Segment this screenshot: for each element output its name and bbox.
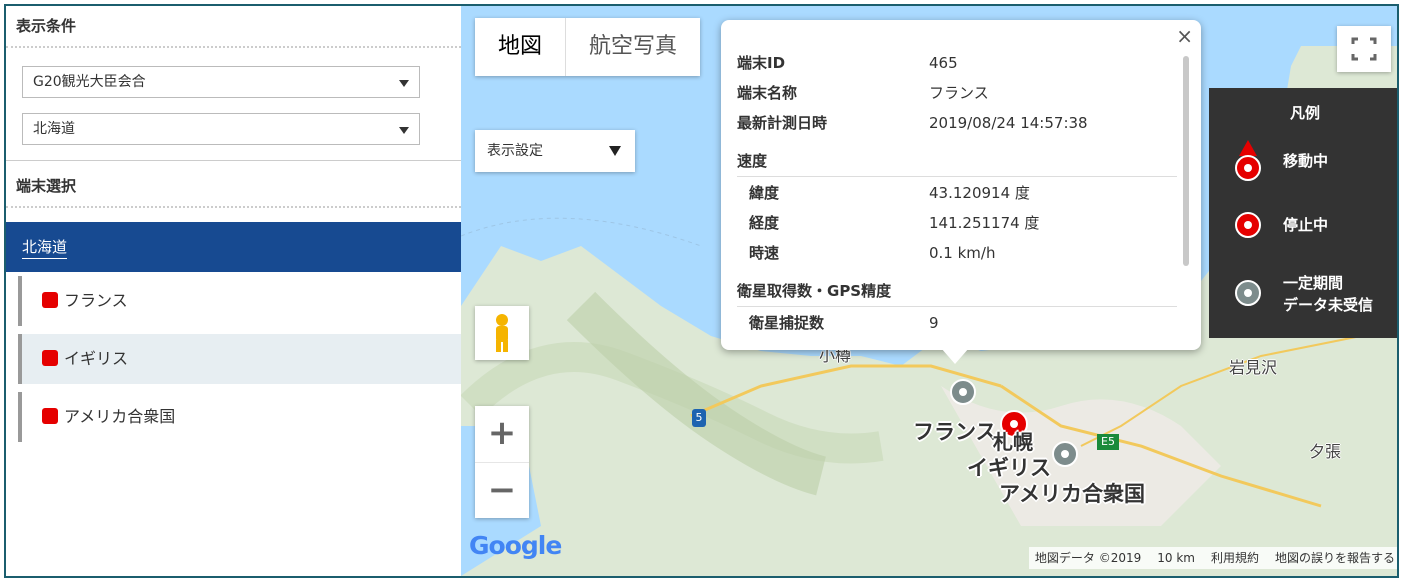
field-value: 43.120914 度	[929, 184, 1030, 202]
marker-label-usa: アメリカ合衆国	[999, 482, 1145, 506]
map-type-control: 地図 航空写真	[475, 18, 701, 76]
triangle-down-icon	[609, 146, 621, 156]
legend-item-no-data: 一定期間 データ未受信	[1233, 274, 1373, 314]
region-select[interactable]: 北海道	[22, 113, 420, 145]
device-select-title: 端末選択	[6, 166, 461, 208]
field-label: 緯度	[749, 184, 780, 202]
device-label: イギリス	[64, 349, 129, 368]
scrollbar[interactable]	[1183, 56, 1189, 266]
device-label: フランス	[64, 291, 128, 310]
place-yubari: 夕張	[1309, 442, 1342, 461]
map-data-credit: 地図データ ©2019	[1034, 551, 1142, 565]
legend-label: 移動中	[1283, 152, 1329, 170]
moving-marker-icon	[1235, 140, 1261, 181]
row-terminal-name: 端末名称 フランス	[737, 78, 1177, 108]
app-frame: 表示条件 G20観光大臣会合 北海道 端末選択 北海道 フランス イギリス アメ…	[4, 4, 1399, 578]
info-window-pointer	[941, 348, 969, 364]
legend-item-stopped: 停止中	[1233, 210, 1328, 244]
map-area[interactable]: 地図 航空写真 表示設定 + − 小樽 岩見沢 夕張 5 E5 フランス 札幌 …	[461, 6, 1397, 576]
google-logo: Google	[469, 531, 562, 560]
field-label: 時速	[749, 244, 780, 262]
region-select-value: 北海道	[33, 121, 75, 137]
street-view-pegman[interactable]	[475, 306, 529, 360]
field-value: 2019/08/24 14:57:38	[929, 114, 1088, 132]
field-value: フランス	[929, 84, 989, 102]
row-longitude: 経度 141.251174 度	[737, 208, 1177, 238]
place-sapporo: 札幌	[993, 430, 1033, 454]
left-panel: 表示条件 G20観光大臣会合 北海道 端末選択 北海道 フランス イギリス アメ…	[6, 6, 461, 576]
field-label: 経度	[749, 214, 780, 232]
tab-satellite[interactable]: 航空写真	[565, 18, 700, 76]
divider	[6, 160, 461, 161]
no-data-marker-icon	[1235, 280, 1261, 306]
place-iwamizawa: 岩見沢	[1229, 358, 1278, 377]
row-terminal-id: 端末ID 465	[737, 48, 1177, 78]
event-select[interactable]: G20観光大臣会合	[22, 66, 420, 98]
field-value: 0.1 km/h	[929, 244, 996, 262]
row-speed: 時速 0.1 km/h	[737, 238, 1177, 268]
info-window: × 端末ID 465 端末名称 フランス 最新計測日時 2019/08/24 1…	[721, 20, 1201, 364]
zoom-in-button[interactable]: +	[475, 406, 529, 463]
legend-item-moving: 移動中	[1233, 140, 1328, 188]
tab-map[interactable]: 地図	[475, 18, 565, 76]
stopped-status-icon	[42, 350, 58, 366]
legend-panel: 凡例 移動中 停止中 一定期間 データ未受信	[1209, 88, 1397, 338]
field-label: 最新計測日時	[737, 114, 828, 132]
event-select-value: G20観光大臣会合	[33, 74, 146, 90]
field-value: 9	[929, 314, 939, 332]
group-label: 北海道	[22, 238, 68, 259]
display-settings-label: 表示設定	[487, 143, 543, 159]
route-shield: 5	[692, 409, 706, 427]
stopped-marker-icon	[1235, 212, 1261, 238]
field-value: 141.251174 度	[929, 214, 1040, 232]
no-data-marker-icon[interactable]	[1051, 440, 1079, 468]
fullscreen-button[interactable]	[1337, 26, 1391, 72]
group-header-hokkaido[interactable]: 北海道	[6, 222, 461, 272]
stopped-status-icon	[42, 292, 58, 308]
device-label: アメリカ合衆国	[64, 407, 176, 426]
no-data-marker-icon[interactable]	[949, 378, 977, 406]
google-logo-text: Google	[469, 531, 562, 560]
field-label: 端末名称	[737, 84, 798, 102]
field-label: 衛星捕捉数	[749, 314, 825, 332]
device-item-france[interactable]: フランス	[18, 276, 461, 326]
zoom-out-button[interactable]: −	[475, 463, 529, 519]
marker-label-france: フランス	[913, 420, 997, 444]
legend-label: 一定期間	[1283, 274, 1344, 292]
legend-label: 停止中	[1283, 216, 1329, 234]
row-latitude: 緯度 43.120914 度	[737, 178, 1177, 208]
scale-label: 10 km	[1157, 551, 1195, 565]
pegman-icon	[496, 314, 508, 352]
section-speed: 速度	[737, 146, 1177, 177]
field-value: 465	[929, 54, 958, 72]
row-latest-time: 最新計測日時 2019/08/24 14:57:38	[737, 108, 1177, 138]
report-error-link[interactable]: 地図の誤りを報告する	[1275, 547, 1395, 569]
row-satellites: 衛星捕捉数 9	[737, 308, 1177, 338]
chevron-down-icon	[399, 80, 409, 87]
terms-link[interactable]: 利用規約	[1211, 547, 1259, 569]
device-item-uk[interactable]: イギリス	[18, 334, 461, 384]
field-label: 端末ID	[737, 54, 786, 72]
chevron-down-icon	[399, 127, 409, 134]
display-settings-dropdown[interactable]: 表示設定	[475, 130, 635, 172]
stopped-status-icon	[42, 408, 58, 424]
display-conditions-title: 表示条件	[6, 6, 461, 48]
section-gps: 衛星取得数・GPS精度	[737, 276, 1177, 307]
expressway-shield: E5	[1097, 434, 1119, 450]
legend-label-2: データ未受信	[1283, 296, 1374, 314]
device-item-usa[interactable]: アメリカ合衆国	[18, 392, 461, 442]
legend-title: 凡例	[1289, 104, 1320, 122]
zoom-control: + −	[475, 406, 529, 518]
close-button[interactable]: ×	[1176, 24, 1193, 48]
fullscreen-icon	[1351, 37, 1377, 61]
map-attribution: 地図データ ©2019 10 km 利用規約 地図の誤りを報告する	[1028, 547, 1397, 569]
